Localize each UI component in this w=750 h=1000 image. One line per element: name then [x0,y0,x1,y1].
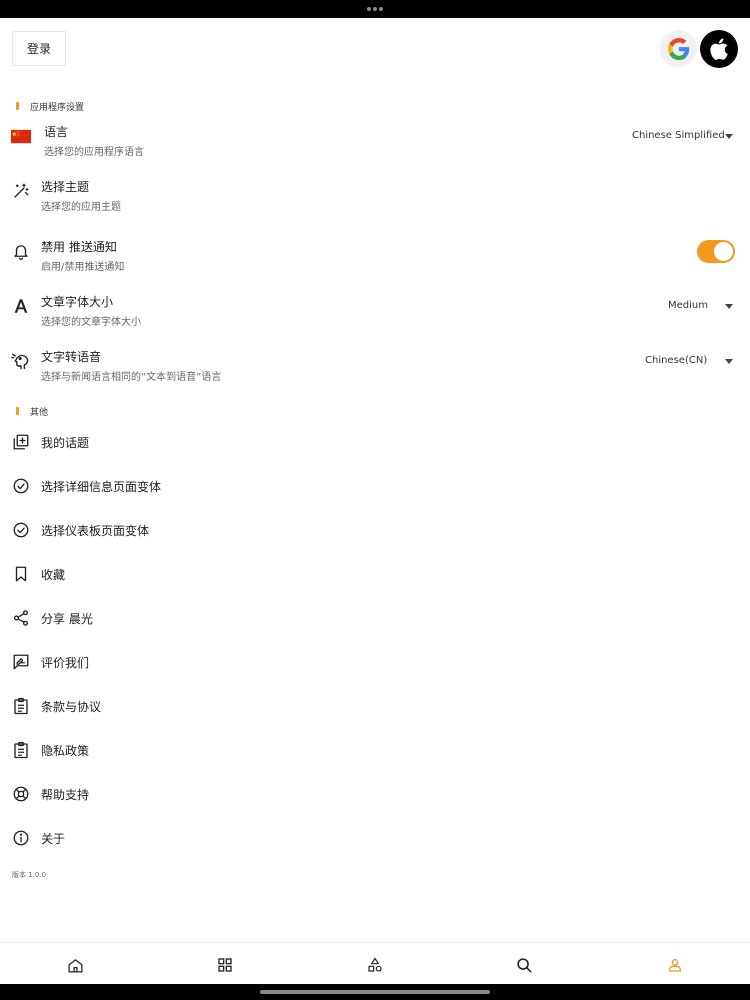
menu-label: 选择详细信息页面变体 [41,480,162,494]
check-circle-icon [11,520,31,540]
share-icon [11,608,31,628]
menu-label: 隐私政策 [41,744,90,758]
google-icon [667,37,690,60]
setting-subtitle: 启用/禁用推送通知 [41,262,125,273]
bell-icon [11,241,31,261]
setting-subtitle: 选择您的应用主题 [41,202,121,213]
home-indicator[interactable] [260,990,490,994]
grid-icon[interactable] [215,955,235,975]
setting-text-to-speech[interactable]: 文字转语音 选择与新闻语言相同的“文本到语音”语言 Chinese(CN) [0,343,750,389]
section-accent-bar [16,102,19,110]
clipboard-list-icon [11,696,31,716]
clipboard-list-icon [11,740,31,760]
setting-language[interactable]: 语言 选择您的应用程序语言 Chinese Simplified [0,118,750,164]
setting-font-size[interactable]: 文章字体大小 选择您的文章字体大小 Medium [0,288,750,334]
menu-label: 分享 晨光 [41,612,93,626]
menu-dashboard-variant[interactable]: 选择仪表板页面变体 [0,510,750,550]
section-title: 应用程序设置 [30,102,85,113]
menu-share[interactable]: 分享 晨光 [0,598,750,638]
setting-subtitle: 选择您的文章字体大小 [41,317,141,328]
chevron-down-icon[interactable] [725,304,733,309]
chevron-down-icon[interactable] [725,359,733,364]
setting-title: 语言 [44,125,69,139]
setting-push-notifications[interactable]: 禁用 推送通知 启用/禁用推送通知 [0,233,750,279]
home-icon[interactable] [65,955,85,975]
menu-rate-us[interactable]: 评价我们 [0,642,750,682]
setting-title: 文章字体大小 [41,295,114,309]
push-notifications-toggle[interactable] [697,240,735,263]
google-signin-button[interactable] [660,30,697,67]
menu-my-topics[interactable]: 我的话题 [0,422,750,462]
toggle-knob [714,242,733,261]
menu-label: 条款与协议 [41,700,102,714]
setting-title: 选择主题 [41,180,90,194]
menu-about[interactable]: 关于 [0,818,750,858]
setting-subtitle: 选择您的应用程序语言 [44,147,144,158]
bookmark-icon [11,564,31,584]
menu-privacy[interactable]: 隐私政策 [0,730,750,770]
font-icon [11,296,31,316]
check-circle-icon [11,476,31,496]
bottom-navigation [0,942,750,984]
status-bar [0,0,750,18]
chevron-down-icon[interactable] [725,134,733,139]
speaking-head-icon [11,351,31,371]
setting-title: 禁用 推送通知 [41,240,117,254]
font-size-select-value[interactable]: Medium [668,300,708,311]
language-select-value[interactable]: Chinese Simplified [632,130,725,141]
info-icon [11,828,31,848]
menu-label: 收藏 [41,568,66,582]
menu-detail-variant[interactable]: 选择详细信息页面变体 [0,466,750,506]
section-header-other: 其他 [16,405,49,418]
setting-title: 文字转语音 [41,350,102,364]
menu-label: 我的话题 [41,436,90,450]
section-header-app-settings: 应用程序设置 [16,100,85,113]
china-flag-icon [11,126,31,146]
setting-subtitle: 选择与新闻语言相同的“文本到语音”语言 [41,372,222,383]
magic-wand-icon [11,181,31,201]
lifebuoy-icon [11,784,31,804]
menu-terms[interactable]: 条款与协议 [0,686,750,726]
login-button[interactable]: 登录 [12,31,66,66]
menu-label: 关于 [41,832,66,846]
add-to-library-icon [11,432,31,452]
search-icon[interactable] [514,955,534,975]
version-text: 版本 1.0.0 [12,871,47,879]
apple-icon [709,38,729,60]
rate-review-icon [11,652,31,672]
tts-select-value[interactable]: Chinese(CN) [645,355,707,366]
menu-label: 评价我们 [41,656,90,670]
multitasking-dots-icon[interactable] [367,7,383,11]
menu-bookmarks[interactable]: 收藏 [0,554,750,594]
apple-signin-button[interactable] [700,30,738,68]
setting-theme[interactable]: 选择主题 选择您的应用主题 [0,173,750,219]
home-bar [0,984,750,1000]
categories-icon[interactable] [365,955,385,975]
settings-screen: 登录 应用程序设置 语言 选择您的应用程序语言 Chinese Simplifi… [0,18,750,984]
section-accent-bar [16,407,19,415]
menu-help-support[interactable]: 帮助支持 [0,774,750,814]
section-title: 其他 [30,407,49,418]
profile-icon[interactable] [665,955,685,975]
menu-label: 选择仪表板页面变体 [41,524,150,538]
menu-label: 帮助支持 [41,788,90,802]
